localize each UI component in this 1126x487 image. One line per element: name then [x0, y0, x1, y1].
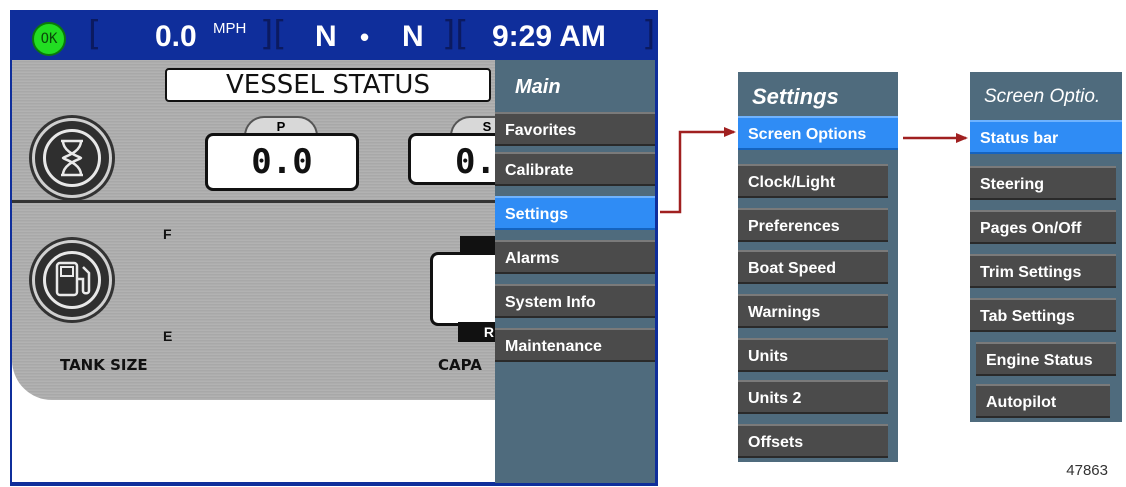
figure-number: 47863: [1066, 462, 1108, 479]
menu-connector-arrows: [660, 127, 968, 214]
arrow-settings-to-submenu: [660, 127, 736, 214]
